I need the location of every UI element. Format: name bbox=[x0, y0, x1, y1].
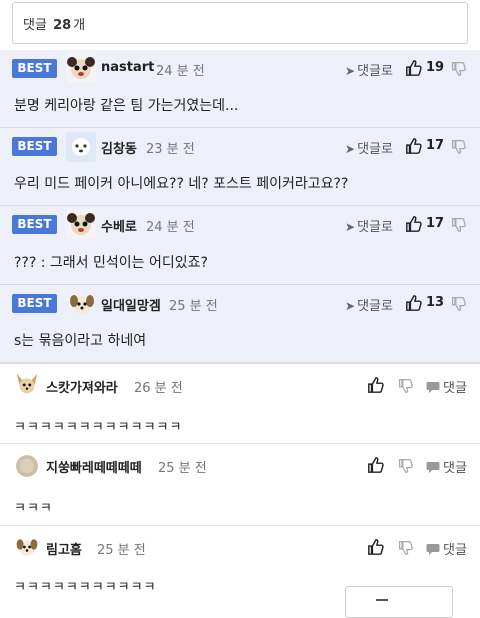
username[interactable]: 스캇가져와라 bbox=[46, 377, 118, 396]
comment: 지쑹빠레떼떼떼떼 25 분 전 댓글 ㅋㅋㅋ bbox=[0, 444, 480, 526]
user-avatar[interactable] bbox=[66, 53, 96, 83]
best-badge: BEST bbox=[12, 215, 57, 234]
like-count: 17 bbox=[426, 138, 445, 153]
reply-label: 댓글로 bbox=[357, 64, 393, 79]
reply-button[interactable]: ➤ 댓글로 bbox=[345, 295, 393, 314]
user-avatar[interactable] bbox=[66, 132, 96, 162]
reply-label: 댓글로 bbox=[357, 142, 393, 157]
send-icon: ➤ bbox=[345, 220, 356, 234]
user-avatar[interactable] bbox=[66, 209, 96, 239]
floating-button[interactable] bbox=[345, 586, 453, 618]
best-badge: BEST bbox=[12, 137, 57, 156]
thumbs-up-icon[interactable] bbox=[405, 294, 423, 312]
reply-button[interactable]: 댓글 bbox=[426, 539, 467, 558]
reply-label: 댓글 bbox=[443, 461, 467, 476]
thumbs-down-icon[interactable] bbox=[398, 458, 414, 474]
user-avatar[interactable] bbox=[16, 455, 38, 477]
reply-label: 댓글 bbox=[443, 381, 467, 396]
reply-button[interactable]: ➤ 댓글로 bbox=[345, 60, 393, 79]
username[interactable]: 수베로 bbox=[101, 216, 137, 235]
comment-time: 25 분 전 bbox=[97, 543, 146, 558]
comment-count-text: 댓글 28 개 bbox=[23, 14, 85, 33]
thumbs-down-icon[interactable] bbox=[398, 378, 414, 394]
thumbs-down-icon[interactable] bbox=[398, 540, 414, 556]
chat-bubble-icon bbox=[426, 461, 440, 473]
thumbs-up-icon[interactable] bbox=[405, 59, 423, 77]
comment-time: 25 분 전 bbox=[169, 299, 218, 314]
user-avatar[interactable] bbox=[13, 370, 41, 398]
best-comment: BEST nastart 24 분 전 ➤ 댓글로 19 분명 케리아랑 같은 팀… bbox=[0, 50, 480, 128]
comment-count-number: 28 bbox=[53, 18, 72, 33]
chat-bubble-icon bbox=[426, 381, 440, 393]
best-comment: BEST 수베로 24 분 전 ➤ 댓글로 17 ??? : 그래서 민석이는 어… bbox=[0, 206, 480, 285]
comment-text: 분명 케리아랑 같은 팀 가는거였는데... bbox=[14, 98, 239, 114]
like-count: 19 bbox=[426, 60, 445, 75]
send-icon: ➤ bbox=[345, 299, 356, 313]
thumbs-up-icon[interactable] bbox=[367, 456, 385, 474]
reply-button[interactable]: ➤ 댓글로 bbox=[345, 216, 393, 235]
thumbs-down-icon[interactable] bbox=[451, 217, 467, 233]
comment-count-label: 댓글 bbox=[23, 18, 47, 33]
comment-text: ㅋㅋㅋㅋㅋㅋㅋㅋㅋㅋㅋ bbox=[14, 580, 157, 595]
comment-text: ㅋㅋㅋㅋㅋㅋㅋㅋㅋㅋㅋㅋㅋ bbox=[14, 420, 183, 435]
thumbs-up-icon[interactable] bbox=[405, 137, 423, 155]
user-avatar[interactable] bbox=[14, 534, 40, 560]
reply-button[interactable]: 댓글 bbox=[426, 377, 467, 396]
comment-time: 24 분 전 bbox=[146, 220, 195, 235]
thumbs-down-icon[interactable] bbox=[451, 296, 467, 312]
thumbs-up-icon[interactable] bbox=[367, 538, 385, 556]
comment-text: ??? : 그래서 민석이는 어디있죠? bbox=[14, 255, 208, 271]
comment-text: 우리 미드 페이커 아니에요?? 네? 포스트 페이커라고요?? bbox=[14, 176, 349, 192]
username[interactable]: 김창동 bbox=[101, 138, 137, 157]
thumbs-down-icon[interactable] bbox=[451, 139, 467, 155]
best-badge: BEST bbox=[12, 59, 57, 78]
comment-time: 26 분 전 bbox=[134, 381, 183, 396]
send-icon: ➤ bbox=[345, 64, 356, 78]
reply-button[interactable]: ➤ 댓글로 bbox=[345, 138, 393, 157]
comment-time: 24 분 전 bbox=[156, 64, 205, 79]
reply-label: 댓글로 bbox=[357, 299, 393, 314]
thumbs-up-icon[interactable] bbox=[367, 376, 385, 394]
comment: 스캇가져와라 26 분 전 댓글 ㅋㅋㅋㅋㅋㅋㅋㅋㅋㅋㅋㅋㅋ bbox=[0, 364, 480, 444]
like-count: 17 bbox=[426, 216, 445, 231]
comment-time: 25 분 전 bbox=[158, 461, 207, 476]
minus-icon bbox=[376, 599, 388, 601]
username[interactable]: 일대일망겜 bbox=[101, 295, 161, 314]
username[interactable]: 림고홈 bbox=[46, 539, 82, 558]
send-icon: ➤ bbox=[345, 142, 356, 156]
like-count: 13 bbox=[426, 295, 445, 310]
username[interactable]: nastart bbox=[101, 60, 154, 75]
best-comment: BEST 일대일망겜 25 분 전 ➤ 댓글로 13 s는 묶음이라고 하네여 bbox=[0, 285, 480, 363]
thumbs-up-icon[interactable] bbox=[405, 215, 423, 233]
best-badge: BEST bbox=[12, 294, 57, 313]
thumbs-down-icon[interactable] bbox=[451, 61, 467, 77]
comment-time: 23 분 전 bbox=[146, 142, 195, 157]
comment-text: ㅋㅋㅋ bbox=[14, 501, 53, 516]
comment-count-unit: 개 bbox=[73, 18, 86, 33]
reply-button[interactable]: 댓글 bbox=[426, 457, 467, 476]
comment-text: s는 묶음이라고 하네여 bbox=[14, 333, 147, 349]
comment-count-box: 댓글 28 개 bbox=[12, 2, 468, 44]
reply-label: 댓글로 bbox=[357, 220, 393, 235]
chat-bubble-icon bbox=[426, 543, 440, 555]
best-comment: BEST 김창동 23 분 전 ➤ 댓글로 17 우리 미드 페이커 아니에요??… bbox=[0, 128, 480, 206]
username[interactable]: 지쑹빠레떼떼떼떼 bbox=[46, 457, 142, 476]
user-avatar[interactable] bbox=[67, 289, 97, 319]
reply-label: 댓글 bbox=[443, 543, 467, 558]
